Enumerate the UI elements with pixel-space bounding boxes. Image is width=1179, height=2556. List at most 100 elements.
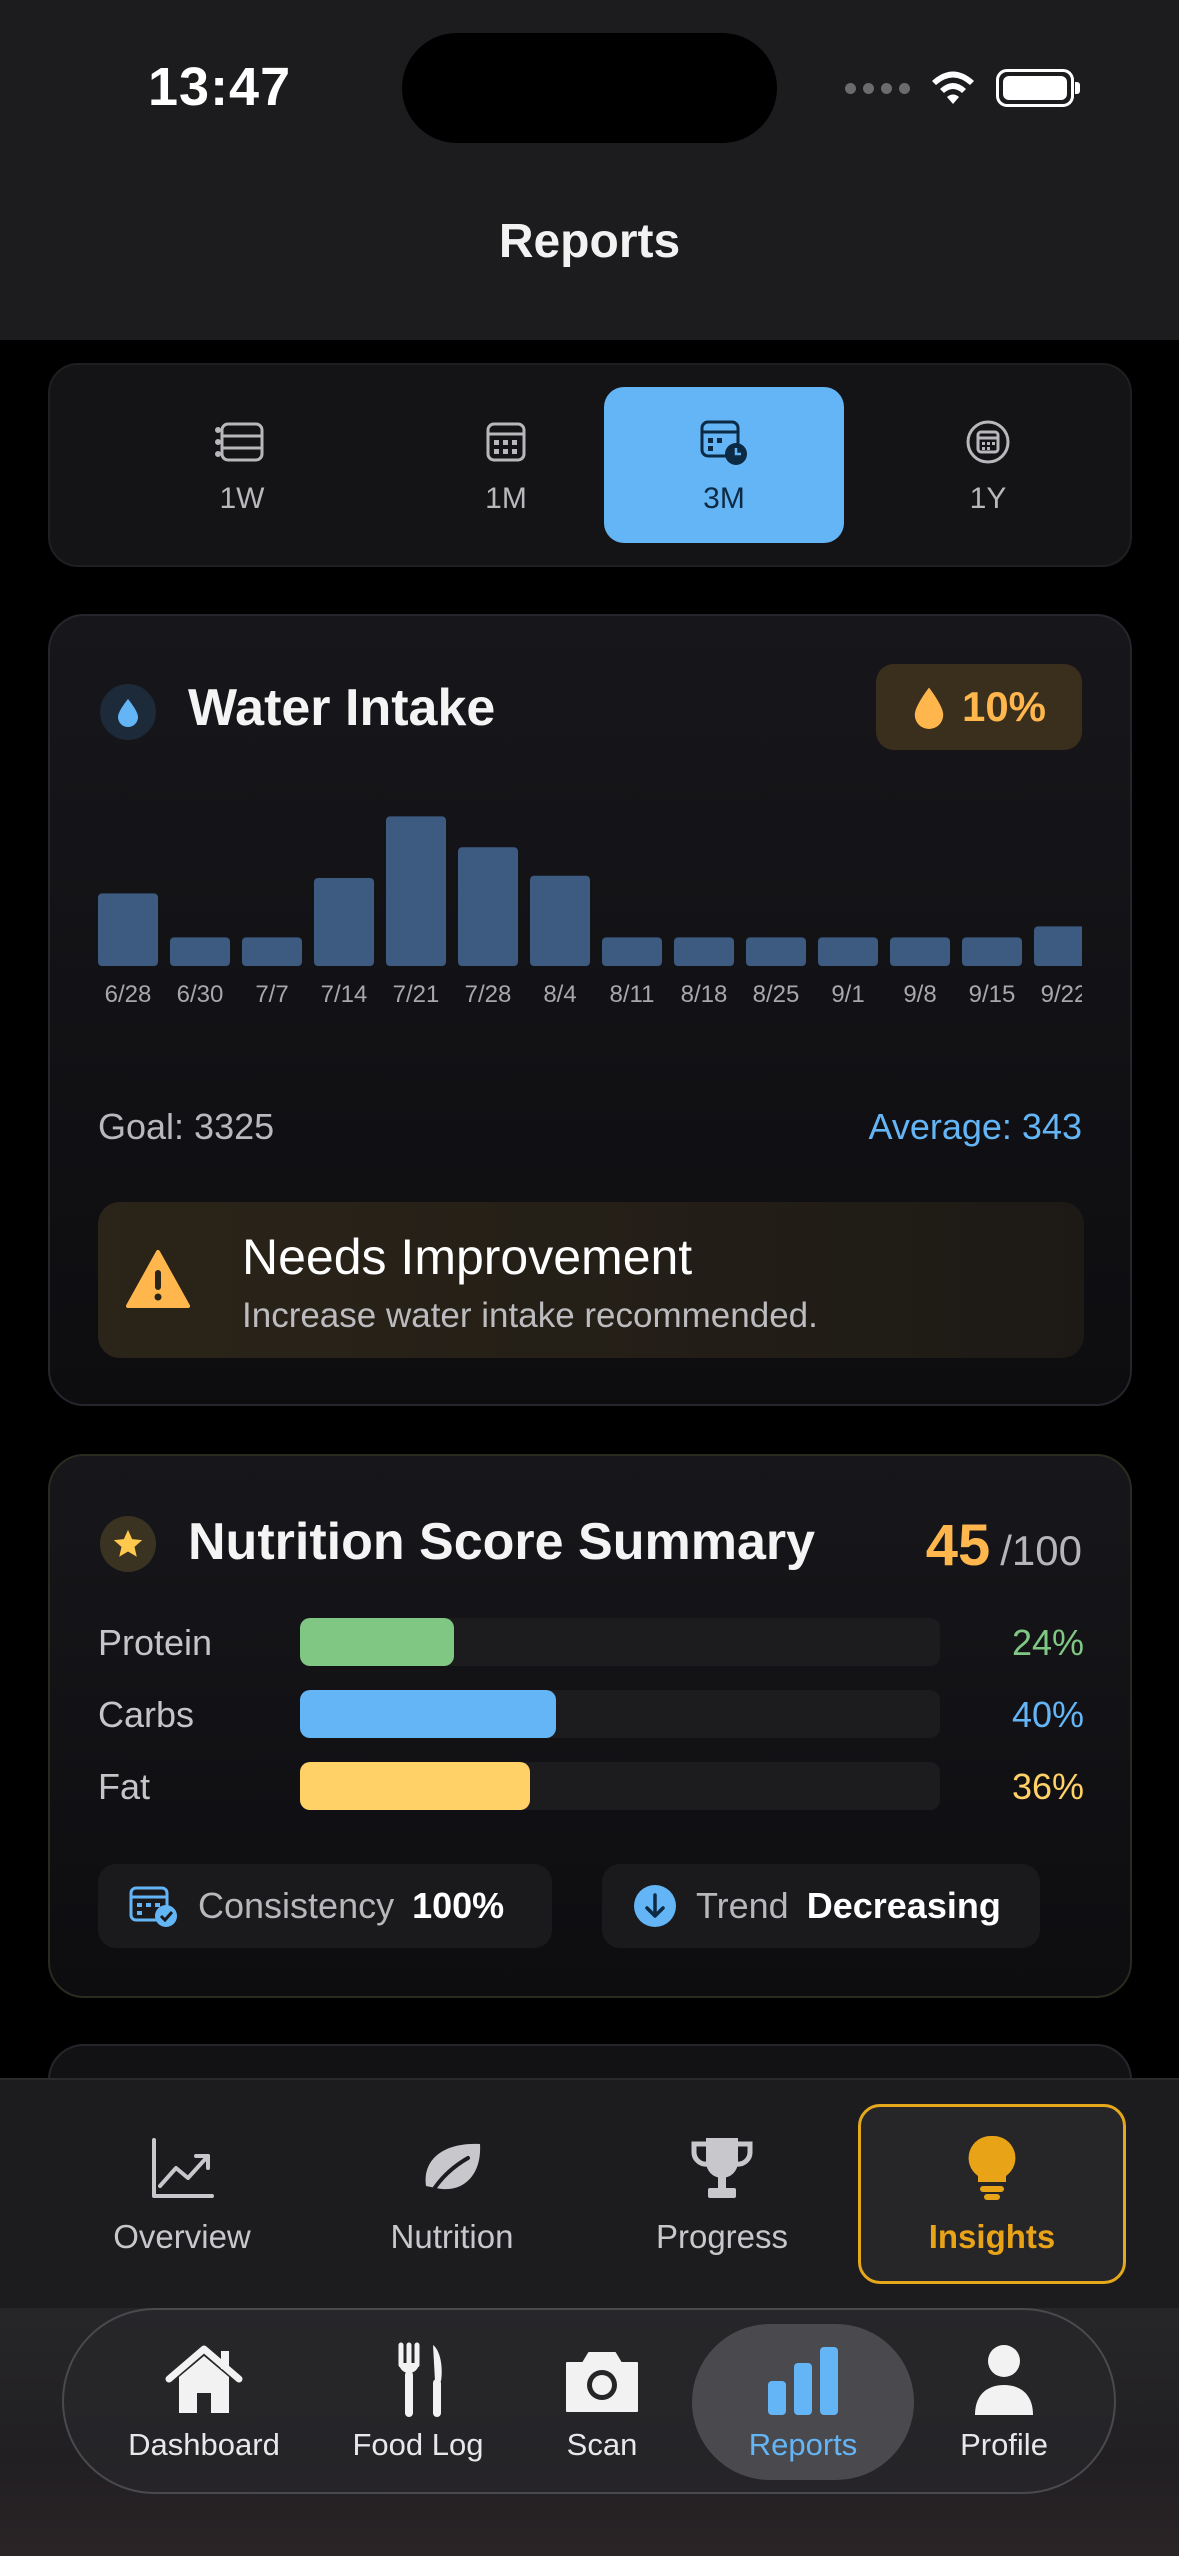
water-percent-value: 10% xyxy=(961,683,1047,730)
chart-bar xyxy=(98,893,158,966)
tab-dashboard[interactable]: Dashboard xyxy=(104,2324,304,2480)
macro-bar-track xyxy=(300,1618,940,1666)
nutrition-score-title: Nutrition Score Summary xyxy=(188,1513,816,1571)
calendar-clock-icon xyxy=(700,420,747,465)
wifi-icon xyxy=(932,71,974,104)
consistency-label: Consistency xyxy=(198,1885,395,1926)
water-goal: Goal: 3325 xyxy=(98,1106,275,1147)
chart-bar xyxy=(386,816,446,966)
calendar-icon xyxy=(486,422,526,462)
macro-bar-track xyxy=(300,1762,940,1810)
main-tab-bar: Dashboard Food Log Scan Reports Profile xyxy=(62,2308,1116,2494)
chart-tick-label: 6/30 xyxy=(177,981,224,1008)
bar-chart-icon xyxy=(768,2347,838,2415)
calendar-check-icon xyxy=(129,1886,177,1927)
tab-overview[interactable]: Overview xyxy=(48,2104,316,2284)
tab-label: Profile xyxy=(960,2427,1048,2462)
macro-percent: 36% xyxy=(1011,1766,1084,1807)
tab-label: Dashboard xyxy=(128,2427,280,2462)
trend-pill: Trend Decreasing xyxy=(602,1864,1040,1948)
tab-scan[interactable]: Scan xyxy=(512,2324,692,2480)
header-bar: 13:47 Reports xyxy=(0,0,1179,340)
water-intake-card: Water Intake 10% 6/28 6/30 7/7 7/14 7/21 7/28… xyxy=(48,614,1132,1406)
macro-bar-fill xyxy=(300,1618,454,1666)
tab-nutrition[interactable]: Nutrition xyxy=(318,2104,586,2284)
list-icon xyxy=(215,422,264,462)
trophy-icon xyxy=(691,2138,753,2198)
period-3m-button[interactable]: 3M xyxy=(604,387,844,543)
chart-tick-label: 8/4 xyxy=(543,981,576,1008)
tab-label: Reports xyxy=(748,2427,858,2462)
chart-tick-label: 7/21 xyxy=(393,981,440,1008)
house-icon xyxy=(165,2345,243,2413)
consistency-value: 100% xyxy=(412,1885,505,1926)
chart-tick-label: 9/15 xyxy=(969,981,1016,1008)
chart-bar xyxy=(746,937,806,966)
camera-icon xyxy=(566,2352,638,2412)
tab-reports[interactable]: Reports xyxy=(692,2324,914,2480)
tab-progress[interactable]: Progress xyxy=(588,2104,856,2284)
macro-label: Fat xyxy=(98,1766,151,1807)
status-icons xyxy=(845,62,1080,114)
water-average: Average: 343 xyxy=(868,1106,1082,1147)
alert-subtitle: Increase water intake recommended. xyxy=(242,1296,818,1335)
chart-bar xyxy=(530,875,590,966)
status-time: 13:47 xyxy=(148,57,292,117)
tab-insights[interactable]: Insights xyxy=(858,2104,1126,2284)
period-1w-button[interactable]: 1W xyxy=(122,387,362,543)
chart-tick-label: 9/8 xyxy=(903,981,936,1008)
trend-value: Decreasing xyxy=(806,1885,1001,1926)
battery-icon xyxy=(996,69,1080,107)
chart-bar xyxy=(1034,926,1082,966)
cellular-signal-icon xyxy=(845,82,910,94)
chart-tick-label: 8/25 xyxy=(753,981,800,1008)
warning-icon xyxy=(126,1250,190,1308)
chart-bar xyxy=(602,937,662,966)
macro-bar-fill xyxy=(300,1690,556,1738)
chart-bar xyxy=(458,847,518,966)
dynamic-island xyxy=(402,33,777,143)
tab-label: Nutrition xyxy=(390,2218,514,2255)
trend-label: Trend xyxy=(696,1885,789,1926)
macro-percent: 40% xyxy=(1011,1694,1084,1735)
nutrition-score: 45 /100 xyxy=(926,1512,1082,1579)
macro-row-fat: Fat 36% xyxy=(98,1760,1084,1810)
macro-label: Carbs xyxy=(98,1694,195,1735)
leaf-icon xyxy=(425,2143,481,2194)
macro-label: Protein xyxy=(98,1622,213,1663)
macro-bar-fill xyxy=(300,1762,531,1810)
chart-tick-label: 6/28 xyxy=(105,981,152,1008)
lightbulb-icon xyxy=(968,2135,1016,2200)
chart-bar xyxy=(314,878,374,966)
trend-chart-icon xyxy=(152,2138,214,2198)
period-label: 1Y xyxy=(969,482,1007,515)
macro-percent: 24% xyxy=(1011,1622,1084,1663)
chart-bar xyxy=(242,937,302,966)
macro-row-carbs: Carbs 40% xyxy=(98,1688,1084,1738)
period-1y-button[interactable]: 1Y xyxy=(868,387,1108,543)
water-drop-icon xyxy=(914,687,944,729)
water-intake-title: Water Intake xyxy=(188,679,496,737)
chart-bar xyxy=(890,937,950,966)
water-intake-chart: 6/28 6/30 7/7 7/14 7/21 7/28 8/4 8/11 8/18 8/25 9/… xyxy=(98,816,1088,1008)
chart-tick-label: 8/18 xyxy=(681,981,728,1008)
chart-tick-label: 9/22 xyxy=(1041,981,1088,1008)
star-icon xyxy=(100,1516,156,1572)
tab-food-log[interactable]: Food Log xyxy=(318,2324,518,2480)
macro-row-protein: Protein 24% xyxy=(98,1616,1084,1666)
report-section-tabs: Overview Nutrition Progress Insights xyxy=(0,2078,1179,2308)
chart-tick-label: 8/11 xyxy=(610,981,655,1008)
chart-bar xyxy=(674,937,734,966)
macro-bar-track xyxy=(300,1690,940,1738)
tab-profile[interactable]: Profile xyxy=(914,2324,1094,2480)
period-1m-button[interactable]: 1M xyxy=(386,387,626,543)
period-label: 3M xyxy=(703,482,745,515)
fork-knife-icon xyxy=(398,2342,442,2417)
water-drop-icon xyxy=(100,684,156,740)
tab-label: Scan xyxy=(566,2427,638,2462)
period-label: 1W xyxy=(219,482,265,515)
alert-title: Needs Improvement xyxy=(242,1229,693,1285)
chart-tick-label: 7/7 xyxy=(255,981,288,1008)
tab-label: Progress xyxy=(655,2218,789,2255)
chart-bar xyxy=(170,937,230,966)
